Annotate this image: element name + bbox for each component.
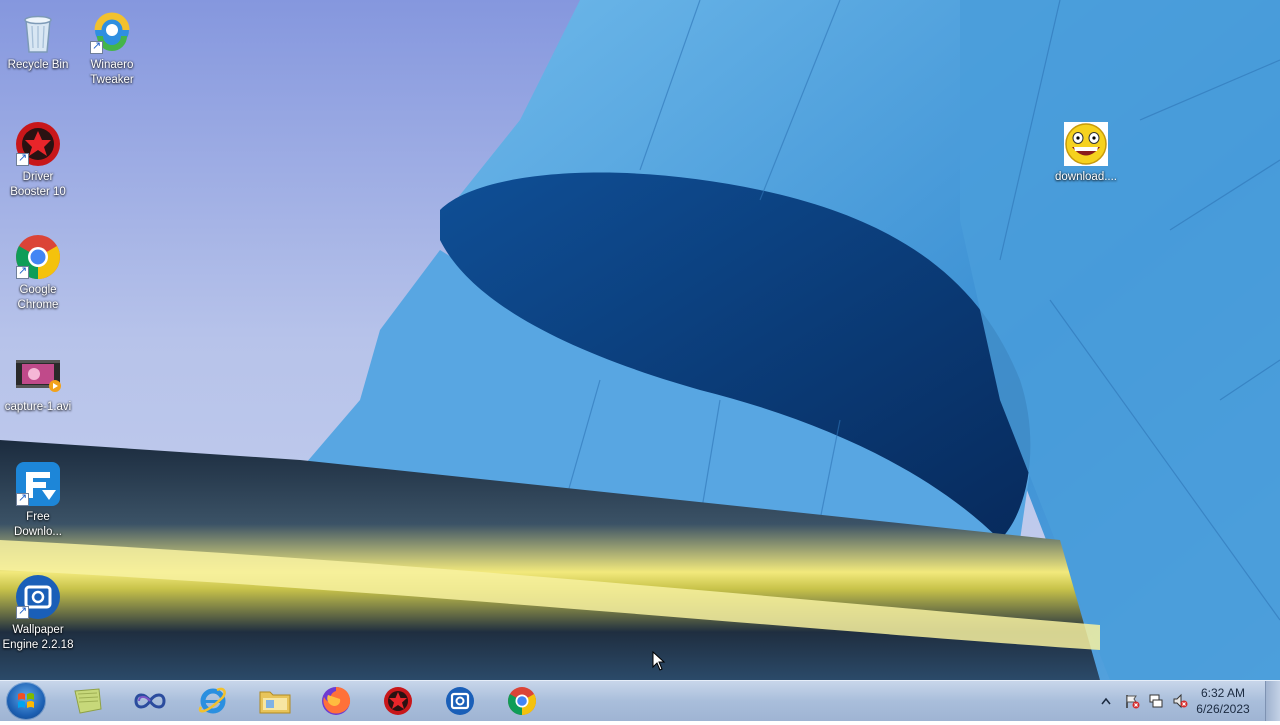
chrome-icon [14,233,62,281]
taskbar-google-chrome[interactable] [494,683,550,719]
internet-explorer-icon [198,687,226,714]
desktop-icon-free-download-manager[interactable]: Free Downlo... [0,460,76,540]
icon-label: Tweaker [90,74,134,86]
shortcut-arrow-icon [16,491,29,506]
clock-date: 6/26/2023 [1196,702,1250,716]
driver-booster-icon [384,687,412,715]
icon-label: Engine 2.2.18 [2,639,74,651]
wallpaper [0,0,1280,680]
shortcut-arrow-icon [16,151,29,166]
taskbar-wallpaper-engine[interactable] [432,683,488,719]
wallpaper-engine-icon [446,687,474,715]
system-clock[interactable]: 6:32 AM 6/26/2023 [1188,685,1258,717]
flag-alert-icon [1126,695,1140,709]
tray-show-hidden-icons[interactable] [1098,681,1114,721]
icon-label: Driver [22,171,54,183]
video-file-icon [14,350,62,398]
winaero-tweaker-icon [88,8,136,56]
desktop-icon-recycle-bin[interactable]: Recycle Bin [0,8,76,73]
desktop-icon-winaero-tweaker[interactable]: Winaero Tweaker [74,8,150,88]
chevron-up-icon [1101,697,1111,705]
sticky-notes-icon [74,688,102,714]
windows-logo-icon [18,693,34,708]
icon-label: Booster 10 [10,186,66,198]
clock-time: 6:32 AM [1200,686,1246,700]
shortcut-arrow-icon [90,39,103,54]
firefox-icon [322,687,351,715]
icon-label: Wallpaper [12,624,64,636]
smiley-image-icon [1062,120,1110,168]
shortcut-arrow-icon [16,264,29,279]
taskbar: 6:32 AM 6/26/2023 [0,680,1280,721]
taskbar-file-explorer[interactable] [247,683,303,719]
mouse-cursor-icon [652,651,666,671]
desktop-icon-driver-booster[interactable]: Driver Booster 10 [0,120,76,200]
icon-label: download.... [1054,171,1117,183]
taskbar-internet-explorer[interactable] [185,683,241,719]
volume-muted-icon [1173,693,1188,709]
infinity-icon [134,693,166,709]
desktop-icon-capture-avi[interactable]: capture-1.avi [0,350,76,415]
desktop-icon-wallpaper-engine[interactable]: Wallpaper Engine 2.2.18 [0,573,76,653]
desktop-icon-google-chrome[interactable]: Google Chrome [0,233,76,313]
tray-action-center[interactable] [1122,681,1142,721]
icon-label: Chrome [17,299,59,311]
taskbar-sticky-notes[interactable] [60,683,116,719]
free-download-manager-icon [14,460,62,508]
folder-icon [259,691,291,714]
icon-label: Winaero [90,59,134,71]
taskbar-firefox[interactable] [308,683,364,719]
icon-label: capture-1.avi [4,401,72,413]
icon-label: Google [19,284,57,296]
icon-label: Downlo... [14,526,62,538]
chrome-icon [508,687,536,715]
taskbar-driver-booster[interactable] [370,683,426,719]
start-button[interactable] [6,682,46,720]
desktop[interactable]: Recycle Bin Winaero Tweaker Driver Boost… [0,0,1280,680]
shortcut-arrow-icon [16,604,29,619]
tray-network[interactable] [1146,681,1166,721]
wallpaper-engine-icon [14,573,62,621]
taskbar-infinity-app[interactable] [122,683,178,719]
driver-booster-icon [14,120,62,168]
show-desktop-button[interactable] [1265,681,1280,721]
tray-volume[interactable] [1170,681,1190,721]
network-icon [1149,694,1163,708]
desktop-icon-download-image[interactable]: download.... [1048,120,1124,185]
recycle-bin-icon [14,8,62,56]
icon-label: Recycle Bin [7,59,69,71]
icon-label: Free [26,511,50,523]
